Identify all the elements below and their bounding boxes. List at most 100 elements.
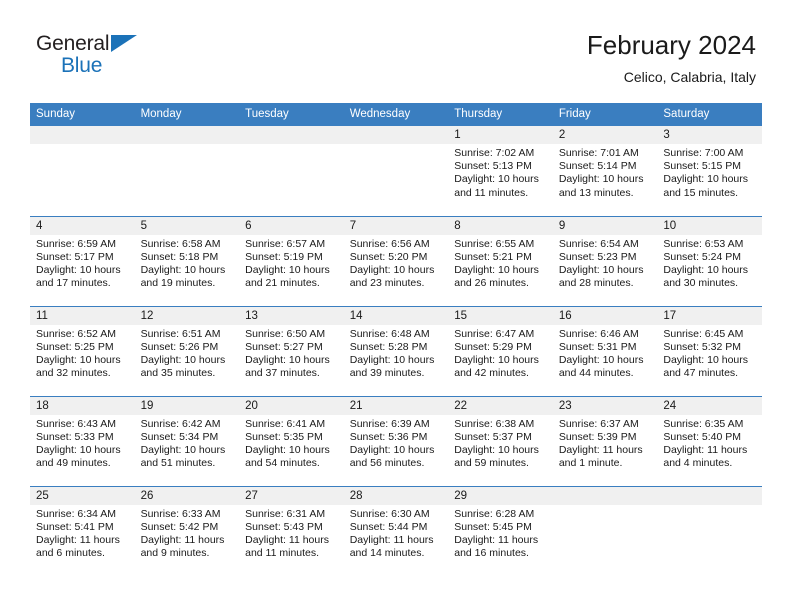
- day-info-line: Daylight: 10 hours: [454, 173, 539, 186]
- day-info-line: Daylight: 10 hours: [558, 263, 644, 276]
- calendar-day-cell[interactable]: 2 Sunrise: 7:01 AM Sunset: 5:14 PM Daylight…: [552, 126, 658, 216]
- calendar-cell-empty: [552, 485, 658, 576]
- calendar-day-cell[interactable]: 22 Sunrise: 6:38 AM Sunset: 5:37 PM Dayligh…: [448, 395, 553, 486]
- weekday-header-saturday: Saturday: [657, 103, 762, 126]
- day-info-line: Sunset: 5:33 PM: [36, 430, 114, 443]
- day-number: 12: [134, 306, 240, 325]
- day-info-line: and 1 minute.: [558, 457, 623, 470]
- day-info-line: Daylight: 11 hours: [245, 533, 329, 546]
- day-info-line: and 14 minutes.: [349, 547, 425, 560]
- day-info-line: Sunrise: 6:45 AM: [663, 327, 744, 340]
- day-info-line: and 15 minutes.: [663, 186, 739, 199]
- calendar-day-cell[interactable]: 19 Sunrise: 6:42 AM Sunset: 5:34 PM Dayligh…: [134, 395, 240, 486]
- calendar-week-row: 11 Sunrise: 6:52 AM Sunset: 5:25 PM Dayligh…: [30, 305, 762, 396]
- calendar-day-cell[interactable]: 27 Sunrise: 6:31 AM Sunset: 5:43 PM Dayligh…: [239, 485, 344, 576]
- day-number: 17: [657, 306, 762, 325]
- day-info-line: Sunset: 5:15 PM: [663, 160, 742, 173]
- day-info-line: Sunset: 5:44 PM: [349, 520, 428, 533]
- calendar-day-cell[interactable]: 9 Sunrise: 6:54 AM Sunset: 5:23 PM Daylight…: [552, 215, 658, 306]
- calendar-day-cell[interactable]: 21 Sunrise: 6:39 AM Sunset: 5:36 PM Dayligh…: [343, 395, 449, 486]
- day-info-line: Daylight: 11 hours: [663, 443, 748, 456]
- calendar-cell-empty: [239, 126, 344, 216]
- calendar-day-cell[interactable]: 4 Sunrise: 6:59 AM Sunset: 5:17 PM Daylight…: [30, 215, 135, 306]
- day-info-line: Sunset: 5:43 PM: [245, 520, 323, 533]
- day-sun-info: Sunrise: 6:50 AM Sunset: 5:27 PM Daylight:…: [239, 325, 344, 381]
- day-info-line: Daylight: 10 hours: [454, 353, 539, 366]
- day-number: 10: [657, 216, 762, 235]
- calendar-day-cell[interactable]: 26 Sunrise: 6:33 AM Sunset: 5:42 PM Dayligh…: [134, 485, 240, 576]
- calendar-day-cell[interactable]: 7 Sunrise: 6:56 AM Sunset: 5:20 PM Daylight…: [343, 215, 449, 306]
- day-info-line: Daylight: 10 hours: [245, 263, 330, 276]
- calendar-day-cell[interactable]: 28 Sunrise: 6:30 AM Sunset: 5:44 PM Dayligh…: [343, 485, 449, 576]
- day-info-line: Daylight: 10 hours: [36, 443, 121, 456]
- day-info-line: Sunrise: 6:30 AM: [349, 507, 430, 520]
- logo-text-general: General: [36, 32, 110, 55]
- day-info-line: Sunset: 5:20 PM: [349, 250, 428, 263]
- calendar-day-cell[interactable]: 10 Sunrise: 6:53 AM Sunset: 5:24 PM Dayligh…: [657, 215, 762, 306]
- day-sun-info: [344, 144, 449, 147]
- calendar-week-row: 18 Sunrise: 6:43 AM Sunset: 5:33 PM Dayligh…: [30, 395, 762, 486]
- day-info-line: Sunset: 5:42 PM: [140, 520, 219, 533]
- calendar-day-cell[interactable]: 17 Sunrise: 6:45 AM Sunset: 5:32 PM Dayligh…: [657, 305, 762, 396]
- day-info-line: and 39 minutes.: [349, 367, 425, 380]
- day-info-line: Daylight: 10 hours: [349, 263, 435, 276]
- day-sun-info: Sunrise: 7:01 AM Sunset: 5:14 PM Daylight:…: [553, 144, 658, 200]
- calendar-day-cell[interactable]: 16 Sunrise: 6:46 AM Sunset: 5:31 PM Dayligh…: [552, 305, 658, 396]
- day-info-line: Sunset: 5:13 PM: [454, 160, 532, 173]
- day-number: 8: [448, 216, 553, 235]
- calendar-day-cell[interactable]: 24 Sunrise: 6:35 AM Sunset: 5:40 PM Dayligh…: [657, 395, 762, 486]
- logo-text-blue: Blue: [61, 54, 103, 77]
- day-info-line: Daylight: 10 hours: [140, 353, 226, 366]
- day-info-line: Daylight: 10 hours: [558, 353, 644, 366]
- calendar-day-cell[interactable]: 20 Sunrise: 6:41 AM Sunset: 5:35 PM Dayligh…: [239, 395, 344, 486]
- day-info-line: Sunrise: 6:47 AM: [454, 327, 535, 340]
- day-info-line: Daylight: 11 hours: [140, 533, 225, 546]
- calendar-day-cell[interactable]: 11 Sunrise: 6:52 AM Sunset: 5:25 PM Dayligh…: [30, 305, 135, 396]
- day-number: 2: [552, 126, 658, 144]
- day-sun-info: Sunrise: 6:38 AM Sunset: 5:37 PM Daylight:…: [448, 415, 553, 471]
- calendar-day-cell[interactable]: 29 Sunrise: 6:28 AM Sunset: 5:45 PM Dayligh…: [448, 485, 553, 576]
- calendar-day-cell[interactable]: 3 Sunrise: 7:00 AM Sunset: 5:15 PM Daylight…: [657, 126, 762, 216]
- day-number: 27: [239, 486, 344, 505]
- calendar-day-cell[interactable]: 8 Sunrise: 6:55 AM Sunset: 5:21 PM Daylight…: [448, 215, 553, 306]
- day-info-line: Daylight: 10 hours: [558, 173, 644, 186]
- day-info-line: Sunrise: 6:35 AM: [663, 417, 744, 430]
- day-number: 15: [448, 306, 553, 325]
- day-info-line: Daylight: 10 hours: [454, 263, 539, 276]
- calendar-day-cell[interactable]: 18 Sunrise: 6:43 AM Sunset: 5:33 PM Dayligh…: [30, 395, 135, 486]
- calendar-day-cell[interactable]: 1 Sunrise: 7:02 AM Sunset: 5:13 PM Daylight…: [448, 126, 553, 216]
- weekday-header-tuesday: Tuesday: [239, 103, 344, 126]
- day-sun-info: Sunrise: 6:35 AM Sunset: 5:40 PM Daylight:…: [657, 415, 762, 471]
- day-sun-info: [30, 144, 135, 147]
- day-sun-info: Sunrise: 6:53 AM Sunset: 5:24 PM Daylight:…: [657, 235, 762, 291]
- day-number: [30, 126, 135, 144]
- day-info-line: and 16 minutes.: [454, 547, 529, 560]
- day-info-line: Sunrise: 6:34 AM: [36, 507, 116, 520]
- calendar-day-cell[interactable]: 25 Sunrise: 6:34 AM Sunset: 5:41 PM Dayligh…: [30, 485, 135, 576]
- weekday-header-row: Sunday Monday Tuesday Wednesday Thursday Frid…: [30, 103, 762, 126]
- day-info-line: Sunrise: 6:42 AM: [140, 417, 221, 430]
- calendar-day-cell[interactable]: 14 Sunrise: 6:48 AM Sunset: 5:28 PM Dayligh…: [343, 305, 449, 396]
- calendar-day-cell[interactable]: 13 Sunrise: 6:50 AM Sunset: 5:27 PM Dayligh…: [239, 305, 344, 396]
- day-info-line: Daylight: 10 hours: [140, 263, 226, 276]
- day-sun-info: Sunrise: 6:51 AM Sunset: 5:26 PM Daylight:…: [135, 325, 240, 381]
- day-info-line: Daylight: 10 hours: [349, 443, 435, 456]
- day-info-line: and 42 minutes.: [454, 367, 529, 380]
- day-info-line: Sunset: 5:23 PM: [558, 250, 637, 263]
- calendar-cell-empty: [343, 126, 449, 216]
- day-info-line: Daylight: 11 hours: [558, 443, 643, 456]
- day-number: 26: [134, 486, 240, 505]
- day-info-line: Sunrise: 6:37 AM: [558, 417, 639, 430]
- calendar-day-cell[interactable]: 12 Sunrise: 6:51 AM Sunset: 5:26 PM Dayligh…: [134, 305, 240, 396]
- day-info-line: Sunrise: 6:55 AM: [454, 237, 535, 250]
- calendar-day-cell[interactable]: 15 Sunrise: 6:47 AM Sunset: 5:29 PM Dayligh…: [448, 305, 553, 396]
- calendar-day-cell[interactable]: 5 Sunrise: 6:58 AM Sunset: 5:18 PM Daylight…: [134, 215, 240, 306]
- day-info-line: and 21 minutes.: [245, 277, 320, 290]
- day-number: [134, 126, 240, 144]
- day-info-line: Sunrise: 7:02 AM: [454, 147, 535, 159]
- day-sun-info: [135, 144, 240, 147]
- day-info-line: Sunset: 5:31 PM: [558, 340, 637, 353]
- calendar-day-cell[interactable]: 6 Sunrise: 6:57 AM Sunset: 5:19 PM Daylight…: [239, 215, 344, 306]
- day-info-line: and 56 minutes.: [349, 457, 425, 470]
- calendar-day-cell[interactable]: 23 Sunrise: 6:37 AM Sunset: 5:39 PM Dayligh…: [552, 395, 658, 486]
